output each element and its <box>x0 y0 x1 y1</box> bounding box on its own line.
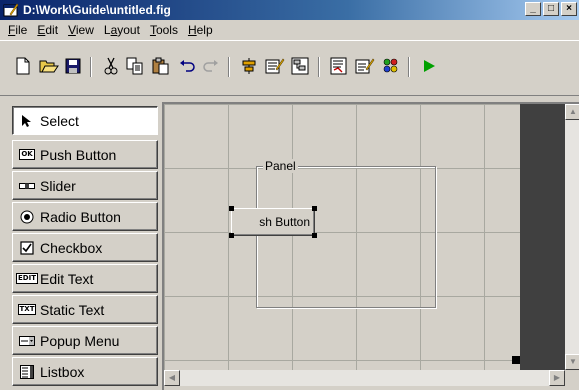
panel-component[interactable]: Panel <box>256 159 436 308</box>
cut-icon[interactable] <box>100 55 122 77</box>
slider-icon <box>19 179 35 193</box>
horizontal-scrollbar[interactable]: ◀ ▶ <box>164 370 565 386</box>
listbox-icon <box>19 364 35 379</box>
menu-file[interactable]: File <box>4 23 33 37</box>
menu-help[interactable]: Help <box>184 23 219 37</box>
radio-button-icon <box>19 210 35 224</box>
push-button-component[interactable]: sh Button <box>231 208 315 236</box>
checkbox-icon <box>19 240 35 255</box>
scroll-right-icon[interactable]: ▶ <box>549 370 565 386</box>
figure-app-icon <box>3 2 19 18</box>
menu-view[interactable]: View <box>64 23 100 37</box>
open-folder-icon[interactable] <box>38 55 60 77</box>
minimize-button[interactable]: _ <box>525 2 541 16</box>
menu-bar: File Edit View Layout Tools Help <box>0 20 579 40</box>
palette-slider[interactable]: Slider <box>12 171 158 200</box>
menu-tools[interactable]: Tools <box>146 23 184 37</box>
save-icon[interactable] <box>62 55 84 77</box>
redo-icon[interactable] <box>200 55 222 77</box>
layout-area: Panel sh Button ▲ ▼ ◀ ▶ <box>162 102 579 390</box>
arrow-pointer-icon <box>19 114 35 128</box>
menu-edit[interactable]: Edit <box>33 23 64 37</box>
scroll-left-icon[interactable]: ◀ <box>164 370 180 386</box>
copy-icon[interactable] <box>124 55 146 77</box>
resize-handle[interactable] <box>229 206 234 211</box>
canvas-resize-handle[interactable] <box>512 356 520 364</box>
palette-popup-menu[interactable]: Popup Menu <box>12 326 158 355</box>
palette-radio-button[interactable]: Radio Button <box>12 202 158 231</box>
window-title: D:\Work\Guide\untitled.fig <box>23 3 171 17</box>
title-bar[interactable]: D:\Work\Guide\untitled.fig _ □ × <box>0 0 579 20</box>
palette-push-button[interactable]: OK Push Button <box>12 140 158 169</box>
toolbar <box>0 40 579 96</box>
resize-handle[interactable] <box>229 233 234 238</box>
push-button-icon: OK <box>19 149 35 160</box>
static-text-icon: TXT <box>17 304 37 315</box>
property-inspector-icon[interactable] <box>354 55 376 77</box>
vertical-scrollbar[interactable]: ▲ ▼ <box>565 104 579 370</box>
layout-canvas[interactable]: Panel sh Button <box>164 104 520 370</box>
m-file-editor-icon[interactable] <box>328 55 350 77</box>
palette-select[interactable]: Select <box>12 106 158 135</box>
canvas-margin <box>520 104 565 370</box>
menu-layout[interactable]: Layout <box>100 23 146 37</box>
undo-icon[interactable] <box>176 55 198 77</box>
menu-editor-icon[interactable] <box>264 55 286 77</box>
scroll-up-icon[interactable]: ▲ <box>565 104 579 120</box>
palette-edit-text[interactable]: EDIT Edit Text <box>12 264 158 293</box>
popup-menu-icon <box>19 334 35 348</box>
push-button-label: sh Button <box>259 215 310 229</box>
palette-listbox[interactable]: Listbox <box>12 357 158 386</box>
new-file-icon[interactable] <box>12 55 34 77</box>
run-icon[interactable] <box>418 55 440 77</box>
close-button[interactable]: × <box>561 2 577 16</box>
resize-handle[interactable] <box>312 206 317 211</box>
panel-title: Panel <box>263 159 298 173</box>
edit-text-icon: EDIT <box>16 273 38 284</box>
resize-handle[interactable] <box>312 233 317 238</box>
align-icon[interactable] <box>238 55 260 77</box>
maximize-button[interactable]: □ <box>543 2 559 16</box>
palette-static-text[interactable]: TXT Static Text <box>12 295 158 324</box>
scroll-down-icon[interactable]: ▼ <box>565 354 579 370</box>
paste-icon[interactable] <box>150 55 172 77</box>
tab-order-icon[interactable] <box>290 55 312 77</box>
palette-checkbox[interactable]: Checkbox <box>12 233 158 262</box>
object-browser-icon[interactable] <box>380 55 402 77</box>
component-palette: Select OK Push Button Slider Radio Butto… <box>12 106 162 390</box>
